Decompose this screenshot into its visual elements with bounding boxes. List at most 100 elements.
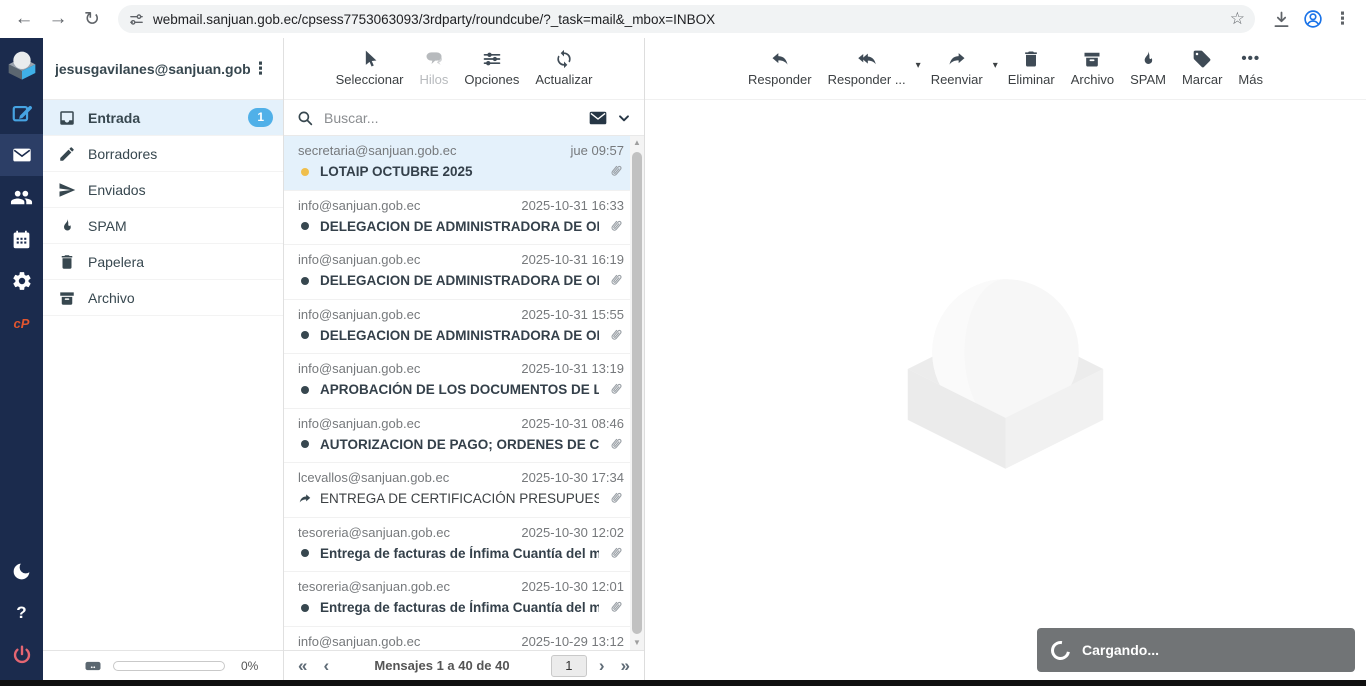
browser-back-button[interactable]: ←: [10, 5, 38, 33]
folder-item-borradores[interactable]: Borradores: [43, 136, 283, 172]
message-date: 2025-10-30 12:01: [521, 579, 624, 594]
search-scope-envelope-icon[interactable]: [588, 108, 608, 128]
message-status-icon[interactable]: [298, 222, 312, 230]
dark-mode-button[interactable]: [0, 550, 43, 592]
dropdown-caret-icon[interactable]: ▾: [914, 60, 923, 71]
logout-button[interactable]: [0, 634, 43, 676]
message-row[interactable]: tesoreria@sanjuan.gob.ec 2025-10-30 12:0…: [284, 572, 630, 627]
scroll-up-icon[interactable]: ▲: [630, 136, 644, 150]
seleccionar-button[interactable]: Seleccionar: [328, 47, 412, 87]
archive-icon: [1082, 47, 1102, 69]
reenviar-button[interactable]: Reenviar: [923, 47, 991, 87]
compose-button[interactable]: [0, 92, 43, 134]
cpanel-button[interactable]: cP: [0, 302, 43, 344]
last-page-button[interactable]: »: [617, 657, 634, 674]
calendar-nav-button[interactable]: [0, 218, 43, 260]
browser-refresh-button[interactable]: ↻: [78, 5, 106, 33]
unread-dot-icon: [301, 277, 309, 285]
browser-forward-button[interactable]: →: [44, 5, 72, 33]
url-text[interactable]: webmail.sanjuan.gob.ec/cpsess7753063093/…: [153, 12, 1222, 27]
contacts-nav-button[interactable]: [0, 176, 43, 218]
folder-item-enviados[interactable]: Enviados: [43, 172, 283, 208]
address-bar[interactable]: webmail.sanjuan.gob.ec/cpsess7753063093/…: [118, 5, 1255, 33]
folder-list: Entrada 1 Borradores Enviados SPAM Papel…: [43, 100, 283, 650]
dropdown-caret-icon[interactable]: ▾: [991, 60, 1000, 71]
list-toolbar: Seleccionar Hilos Opciones Actualizar: [284, 38, 644, 100]
folder-item-archivo[interactable]: Archivo: [43, 280, 283, 316]
prev-page-button[interactable]: ‹: [319, 657, 333, 674]
message-status-icon[interactable]: [298, 386, 312, 394]
forwarded-icon: [298, 491, 312, 506]
opciones-button[interactable]: Opciones: [456, 47, 527, 87]
spinner-icon: [1047, 637, 1073, 663]
message-subject: ENTREGA DE CERTIFICACIÓN PRESUPUEST...: [320, 491, 599, 506]
message-subject: Entrega de facturas de Ínfima Cuantía de…: [320, 546, 599, 561]
eliminar-button[interactable]: Eliminar: [1000, 47, 1063, 87]
next-page-button[interactable]: ›: [595, 657, 609, 674]
chat-icon: [424, 47, 444, 69]
first-page-button[interactable]: «: [294, 657, 311, 674]
message-status-icon[interactable]: [298, 549, 312, 557]
list-scrollbar[interactable]: ▲ ▼: [630, 136, 644, 650]
account-email: jesusgavilanes@sanjuan.gob....: [55, 61, 250, 77]
roundcube-logo-icon: [6, 48, 38, 82]
message-date: 2025-10-31 08:46: [521, 416, 624, 431]
paperclip-icon: [607, 272, 624, 289]
message-row[interactable]: info@sanjuan.gob.ec 2025-10-29 13:12: [284, 627, 630, 651]
folder-item-spam[interactable]: SPAM: [43, 208, 283, 244]
message-status-icon[interactable]: [298, 277, 312, 285]
mail-nav-button[interactable]: [0, 134, 43, 176]
paperclip-icon: [607, 436, 624, 453]
message-subject: APROBACIÓN DE LOS DOCUMENTOS DE LA...: [320, 382, 599, 397]
message-status-icon[interactable]: [298, 604, 312, 612]
flame-icon: [58, 217, 76, 235]
account-menu-icon[interactable]: ⋮: [250, 59, 271, 79]
screen-edge-strip: [0, 680, 1366, 686]
actualizar-button[interactable]: Actualizar: [527, 47, 600, 87]
message-row[interactable]: tesoreria@sanjuan.gob.ec 2025-10-30 12:0…: [284, 518, 630, 573]
message-status-icon[interactable]: [298, 331, 312, 339]
profile-icon[interactable]: [1302, 8, 1324, 30]
settings-nav-button[interactable]: [0, 260, 43, 302]
message-date: 2025-10-31 15:55: [521, 307, 624, 322]
folder-label: Archivo: [88, 290, 135, 306]
más-button[interactable]: ••• Más: [1230, 47, 1271, 87]
folder-item-entrada[interactable]: Entrada 1: [43, 100, 283, 136]
folder-item-papelera[interactable]: Papelera: [43, 244, 283, 280]
refresh-icon: [554, 47, 574, 69]
spam-button[interactable]: SPAM: [1122, 47, 1174, 87]
download-icon[interactable]: [1271, 9, 1292, 30]
responder-button[interactable]: Responder: [740, 47, 820, 87]
message-row[interactable]: secretaria@sanjuan.gob.ec jue 09:57 LOTA…: [284, 136, 630, 191]
reply-all-icon: [857, 47, 877, 69]
roundcube-watermark: [898, 264, 1113, 476]
message-row[interactable]: info@sanjuan.gob.ec 2025-10-31 08:46 AUT…: [284, 409, 630, 464]
message-row[interactable]: info@sanjuan.gob.ec 2025-10-31 13:19 APR…: [284, 354, 630, 409]
help-button[interactable]: ?: [0, 592, 43, 634]
site-info-icon[interactable]: [128, 11, 145, 28]
trash-icon: [1021, 47, 1041, 69]
search-input[interactable]: [322, 109, 580, 127]
send-icon: [58, 181, 76, 199]
marcar-button[interactable]: Marcar: [1174, 47, 1230, 87]
message-row[interactable]: info@sanjuan.gob.ec 2025-10-31 15:55 DEL…: [284, 300, 630, 355]
message-status-icon[interactable]: [298, 168, 312, 176]
scrollbar-thumb[interactable]: [632, 152, 642, 634]
archivo-button[interactable]: Archivo: [1063, 47, 1122, 87]
message-sender: secretaria@sanjuan.gob.ec: [298, 143, 563, 158]
scroll-down-icon[interactable]: ▼: [630, 636, 644, 650]
message-row[interactable]: info@sanjuan.gob.ec 2025-10-31 16:33 DEL…: [284, 191, 630, 246]
folder-label: Papelera: [88, 254, 144, 270]
hilos-button[interactable]: Hilos: [412, 47, 457, 87]
browser-menu-icon[interactable]: ⋮: [1334, 9, 1352, 29]
message-status-icon[interactable]: [298, 491, 312, 506]
message-status-icon[interactable]: [298, 440, 312, 448]
message-sender: info@sanjuan.gob.ec: [298, 252, 513, 267]
search-options-chevron-icon[interactable]: [616, 110, 632, 126]
responder-button[interactable]: Responder ...: [820, 47, 914, 87]
message-row[interactable]: info@sanjuan.gob.ec 2025-10-31 16:19 DEL…: [284, 245, 630, 300]
page-number-input[interactable]: 1: [551, 655, 587, 677]
message-row[interactable]: lcevallos@sanjuan.gob.ec 2025-10-30 17:3…: [284, 463, 630, 518]
message-subject: AUTORIZACION DE PAGO; ORDENES DE CO...: [320, 437, 599, 452]
bookmark-star-icon[interactable]: ☆: [1230, 9, 1245, 29]
